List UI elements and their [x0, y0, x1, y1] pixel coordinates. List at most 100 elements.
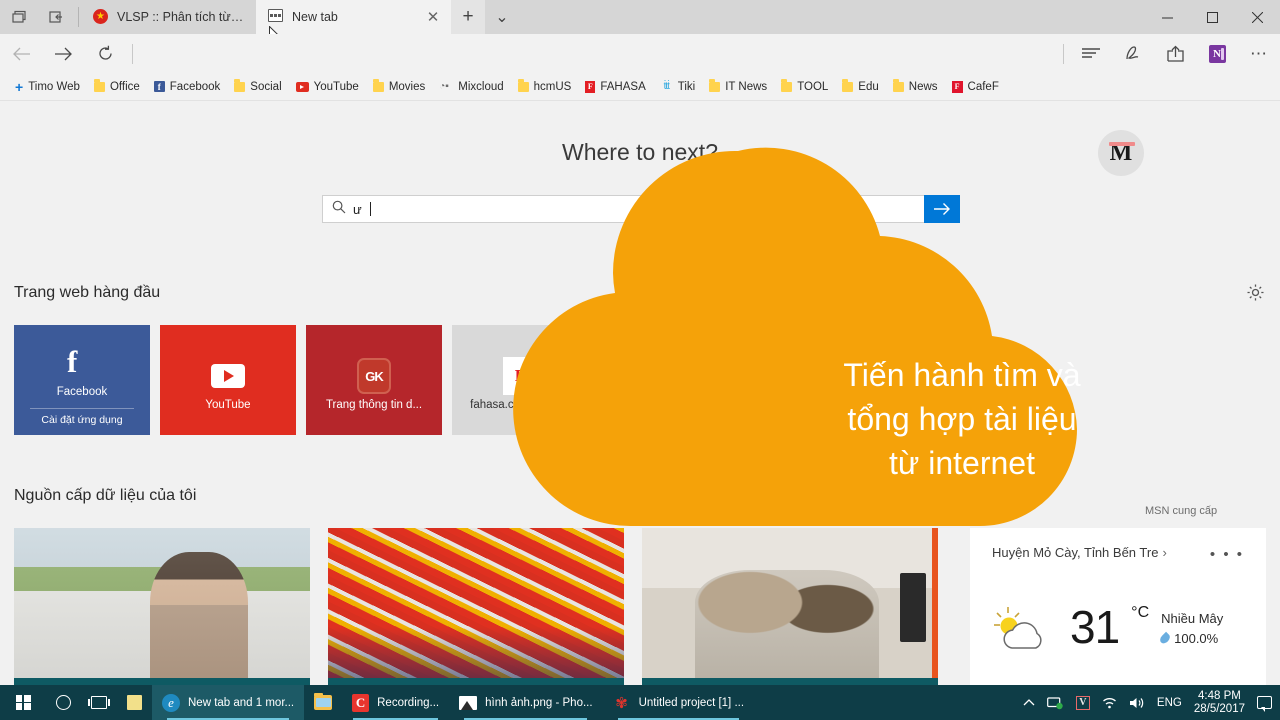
top-site-tile[interactable]: Ffahasa.com/wishlist [452, 325, 588, 435]
set-tabs-aside-icon[interactable] [38, 0, 76, 34]
tab-vlsp[interactable]: ★ VLSP :: Phân tích từ/cụm từ [81, 0, 256, 34]
feed-card-footer [328, 678, 624, 685]
task-view-button[interactable] [81, 685, 117, 720]
search-input-value: ư [353, 201, 362, 217]
back-arrow-icon[interactable] [0, 34, 42, 73]
clock[interactable]: 4:48 PM 28/5/2017 [1194, 690, 1245, 716]
feed-card-image [328, 528, 624, 678]
bookmark-it-news[interactable]: IT News [702, 75, 774, 99]
tab-title: VLSP :: Phân tích từ/cụm từ [117, 10, 246, 24]
volume-icon[interactable] [1129, 696, 1145, 710]
bookmark-label: Social [250, 80, 282, 93]
search-input[interactable]: ư [322, 195, 924, 223]
bookmark-cafef[interactable]: F CafeF [945, 75, 1006, 99]
weather-temperature: 31 [1070, 601, 1120, 653]
show-hidden-icons-button[interactable] [1023, 698, 1035, 707]
feed-card[interactable] [14, 528, 310, 685]
refresh-icon[interactable] [84, 34, 126, 73]
bookmark-movies[interactable]: Movies [366, 75, 432, 99]
cortana-search-button[interactable] [46, 685, 81, 720]
forward-arrow-icon[interactable] [42, 34, 84, 73]
tiki-icon: ṫtṫ [663, 81, 670, 92]
weather-card[interactable]: Huyện Mỏ Cày, Tỉnh Bến Tre › • • • 31 °C N… [970, 528, 1266, 685]
start-button[interactable] [0, 685, 46, 720]
windows-logo-icon [15, 695, 31, 710]
bookmark-facebook[interactable]: f Facebook [147, 75, 228, 99]
tab-menu-chevron-icon[interactable]: ⌄ [485, 0, 519, 34]
top-site-tile-action[interactable]: Cài đặt ứng dụng [30, 408, 134, 435]
top-site-tile[interactable]: Phim Hay | Phim [598, 325, 734, 435]
weather-readout: 31 °C Nhiều Mây 100.0% [992, 604, 1223, 656]
reading-view-icon[interactable] [1070, 34, 1112, 73]
taskbar-item-edge[interactable]: e New tab and 1 mor... [152, 685, 305, 720]
weather-condition: Nhiều Mây [1161, 611, 1224, 626]
vietnam-flag-icon: ★ [93, 9, 109, 25]
search-go-button[interactable] [924, 195, 960, 223]
close-window-button[interactable] [1235, 0, 1280, 34]
task-view-icon [88, 696, 110, 709]
minimize-button[interactable] [1145, 0, 1190, 34]
bookmark-fahasa[interactable]: F FAHASA [578, 75, 652, 99]
top-site-tile-label: Review - Đánh... [769, 399, 855, 411]
taskbar-item-file-explorer[interactable] [304, 685, 342, 720]
taskbar-item-sticky-notes[interactable] [117, 685, 152, 720]
avatar[interactable]: M [1098, 130, 1144, 176]
maximize-button[interactable] [1190, 0, 1235, 34]
feed-card[interactable] [328, 528, 624, 685]
weather-more-icon[interactable]: • • • [1210, 546, 1244, 563]
web-note-pen-icon[interactable] [1112, 34, 1154, 73]
weather-details: Nhiều Mây 100.0% [1158, 604, 1224, 646]
top-site-tile-body: GK Trang thông tin d... [306, 325, 442, 435]
more-options-icon[interactable]: ⋯ [1238, 34, 1280, 73]
bookmark-tiki[interactable]: ṫtṫ Tiki [653, 75, 702, 99]
gear-icon[interactable] [1246, 283, 1265, 307]
bookmark-label: News [908, 80, 938, 93]
wifi-icon[interactable] [1102, 696, 1117, 709]
close-tab-icon[interactable]: ✕ [425, 10, 441, 25]
top-site-tile[interactable]: YouTube [160, 325, 296, 435]
restore-tabs-icon[interactable] [0, 0, 38, 34]
bookmark-office[interactable]: Office [87, 75, 147, 99]
bookmark-label: Tiki [677, 80, 696, 93]
bookmark-tool[interactable]: TOOL [774, 75, 835, 99]
bookmark-hcmus[interactable]: hcmUS [511, 75, 579, 99]
taskbar-item-label: hình ảnh.png - Pho... [485, 696, 593, 709]
tab-new-tab[interactable]: New tab ✕ [256, 0, 451, 34]
language-indicator[interactable]: ENG [1157, 697, 1182, 709]
taskbar-item-camtasia[interactable]: C Recording... [342, 685, 449, 720]
top-site-tile-body: f Facebook [14, 325, 150, 408]
new-tab-button[interactable]: + [451, 0, 485, 34]
share-icon[interactable] [1154, 34, 1196, 73]
bookmark-label: Office [109, 80, 140, 93]
cortana-circle-icon [56, 695, 71, 710]
bookmark-social[interactable]: Social [227, 75, 288, 99]
clock-date: 28/5/2017 [1193, 702, 1245, 715]
top-sites-tiles: f Facebook Cài đặt ứng dụng YouTube GK Trang … [14, 325, 880, 435]
top-site-tile[interactable]: Review - Đánh... [744, 325, 880, 435]
bookmark-news[interactable]: News [886, 75, 945, 99]
top-site-tile[interactable]: f Facebook Cài đặt ứng dụng [14, 325, 150, 435]
fahasa-icon: F [585, 80, 596, 93]
weather-location[interactable]: Huyện Mỏ Cày, Tỉnh Bến Tre › [992, 545, 1167, 560]
top-site-tile[interactable]: GK Trang thông tin d... [306, 325, 442, 435]
taskbar-item-photos[interactable]: hình ảnh.png - Pho... [449, 685, 602, 720]
bookmark-timo-web[interactable]: + Timo Web [8, 75, 87, 99]
facebook-icon: f [153, 81, 165, 92]
tab-divider [78, 7, 79, 27]
gk-icon: GK [357, 358, 391, 394]
bookmark-edu[interactable]: Edu [835, 75, 885, 99]
onenote-icon[interactable]: N [1196, 34, 1238, 73]
bookmark-youtube[interactable]: YouTube [289, 75, 366, 99]
news-feed [14, 528, 938, 685]
taskbar-item-gimp[interactable]: ✾ Untitled project [1] ... [603, 685, 754, 720]
top-site-tile-label: Facebook [56, 385, 108, 398]
folder-icon [372, 79, 384, 92]
unikey-icon[interactable]: V [1075, 695, 1090, 710]
folder-icon [234, 79, 246, 92]
camtasia-icon: C [352, 693, 370, 712]
network-icon[interactable] [1047, 696, 1064, 710]
feed-card[interactable] [642, 528, 938, 685]
bookmark-mixcloud[interactable]: ◔▪ Mixcloud [432, 75, 510, 99]
bookmark-label: hcmUS [533, 80, 572, 93]
action-center-icon[interactable] [1257, 696, 1272, 712]
